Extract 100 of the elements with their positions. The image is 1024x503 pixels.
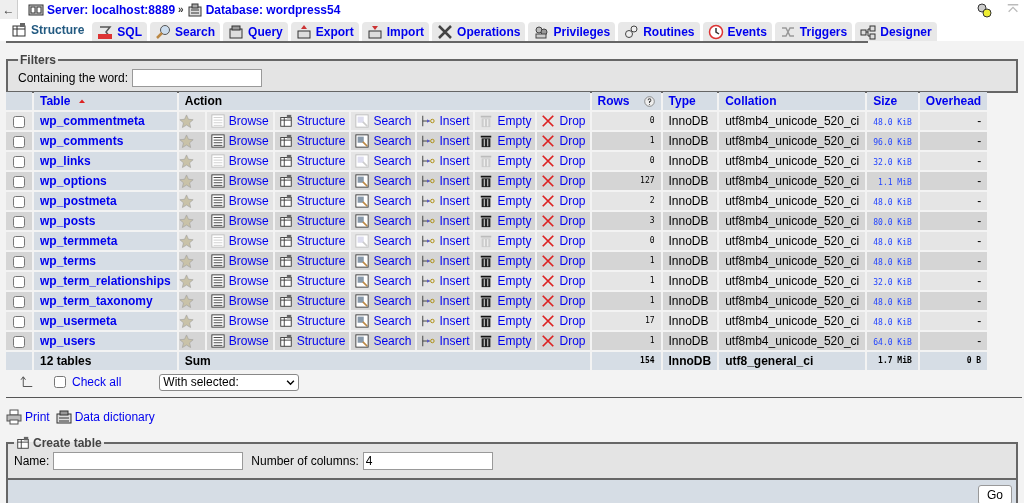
tab[interactable]: Routines [618, 22, 700, 41]
table-cell: InnoDB [662, 112, 718, 130]
table-icon [278, 334, 293, 348]
name-input[interactable] [53, 452, 244, 470]
row-checkbox[interactable] [13, 315, 25, 328]
row-checkbox[interactable] [13, 195, 25, 208]
tab[interactable]: Triggers [774, 22, 853, 41]
columns-input[interactable]: 4 [362, 452, 493, 470]
table-icon [278, 134, 293, 148]
table-icon [278, 234, 293, 248]
star-icon [178, 193, 194, 209]
column-header[interactable]: Rows [591, 92, 661, 110]
row-checkbox[interactable] [13, 295, 25, 308]
star-icon [178, 253, 194, 269]
field-label: Number of columns: [251, 453, 359, 470]
row-checkbox[interactable] [13, 275, 25, 288]
tab[interactable]: Import [361, 22, 430, 41]
close-icon [541, 234, 556, 248]
star-icon [178, 233, 194, 249]
table-cell: 1 [591, 132, 661, 150]
diagram-icon [860, 23, 877, 40]
tab[interactable]: Export [290, 22, 359, 41]
close-icon [541, 214, 556, 228]
breadcrumb-link[interactable]: Server: localhost:8889 [47, 0, 176, 19]
filter-label: Containing the word: [18, 70, 129, 87]
check-all-link[interactable]: Check all [72, 373, 122, 391]
row-checkbox[interactable] [13, 335, 25, 348]
table-cell: 1.7 MiB [867, 352, 918, 370]
search-icon [155, 23, 171, 40]
table-cell: utf8mb4_unicode_520_ci [719, 332, 866, 350]
people-icon [533, 23, 550, 40]
table-cell: utf8mb4_unicode_520_ci [719, 252, 866, 270]
row-checkbox[interactable] [13, 115, 25, 128]
page-link[interactable]: Print [6, 408, 50, 426]
table-cell: InnoDB [662, 232, 718, 250]
insert-icon [421, 154, 436, 168]
row-checkbox[interactable] [13, 235, 25, 248]
column-header[interactable]: Table [34, 92, 177, 110]
table-cell: 12 tables [34, 352, 177, 370]
table-icon [278, 114, 293, 128]
tab[interactable]: Operations [432, 22, 526, 41]
with-selected-dropdown[interactable]: With selected: [159, 373, 300, 391]
table-cell: utf8mb4_unicode_520_ci [719, 312, 866, 330]
table-icon [278, 294, 293, 308]
fieldset-legend: Filters [18, 51, 58, 69]
table-cell: utf8mb4_unicode_520_ci [719, 172, 866, 190]
table-cell: utf8mb4_unicode_520_ci [719, 292, 866, 310]
star-icon [178, 333, 194, 349]
table-cell: - [919, 272, 988, 290]
row-checkbox[interactable] [13, 135, 25, 148]
check-all-checkbox[interactable] [54, 376, 66, 388]
tab[interactable]: SQL [92, 22, 147, 41]
table-cell: InnoDB [662, 212, 718, 230]
table-cell: - [919, 112, 988, 130]
tab[interactable]: Events [702, 22, 772, 41]
go-button[interactable]: Go [978, 485, 1012, 503]
insert-icon [421, 274, 436, 288]
table-icon [278, 194, 293, 208]
column-header[interactable]: Collation [719, 92, 866, 110]
tab[interactable]: Privileges [528, 22, 616, 41]
chevron-down-icon [286, 377, 296, 387]
field-label: Name: [14, 453, 50, 470]
back-button[interactable]: ← [0, 0, 18, 19]
row-checkbox[interactable] [13, 255, 25, 268]
table-cell: InnoDB [662, 352, 718, 370]
table-cell: utf8_general_ci [719, 352, 866, 370]
page-link[interactable]: Data dictionary [55, 408, 155, 426]
table-cell: InnoDB [662, 292, 718, 310]
insert-icon [421, 254, 436, 268]
table-cell: InnoDB [662, 152, 718, 170]
table-cell: 1 [591, 332, 661, 350]
filter-input[interactable] [132, 69, 263, 87]
tab[interactable]: Designer [855, 22, 937, 41]
insert-icon [421, 294, 436, 308]
table-cell: 1 [591, 292, 661, 310]
column-header[interactable]: Overhead [919, 92, 988, 110]
printer-icon [6, 409, 22, 425]
close-icon [541, 134, 556, 148]
table-cell: - [919, 312, 988, 330]
table-cell: 3 [591, 212, 661, 230]
insert-icon [421, 174, 436, 188]
table-cell: utf8mb4_unicode_520_ci [719, 152, 866, 170]
sql-icon [97, 23, 114, 40]
column-header[interactable]: Type [662, 92, 718, 110]
row-checkbox[interactable] [13, 175, 25, 188]
star-icon [178, 153, 194, 169]
table-cell: - [919, 172, 988, 190]
column-header[interactable]: Size [867, 92, 918, 110]
table-cell: utf8mb4_unicode_520_ci [719, 272, 866, 290]
tab[interactable]: Search [150, 22, 221, 41]
row-checkbox[interactable] [13, 215, 25, 228]
insert-icon [421, 114, 436, 128]
table-cell: InnoDB [662, 192, 718, 210]
breadcrumb-link[interactable]: Database: wordpress54 [205, 0, 341, 19]
table-cell: utf8mb4_unicode_520_ci [719, 192, 866, 210]
star-icon [178, 113, 194, 129]
query-icon [228, 23, 245, 40]
row-checkbox[interactable] [13, 155, 25, 168]
database-icon [186, 1, 203, 18]
tab[interactable]: Query [223, 22, 288, 41]
